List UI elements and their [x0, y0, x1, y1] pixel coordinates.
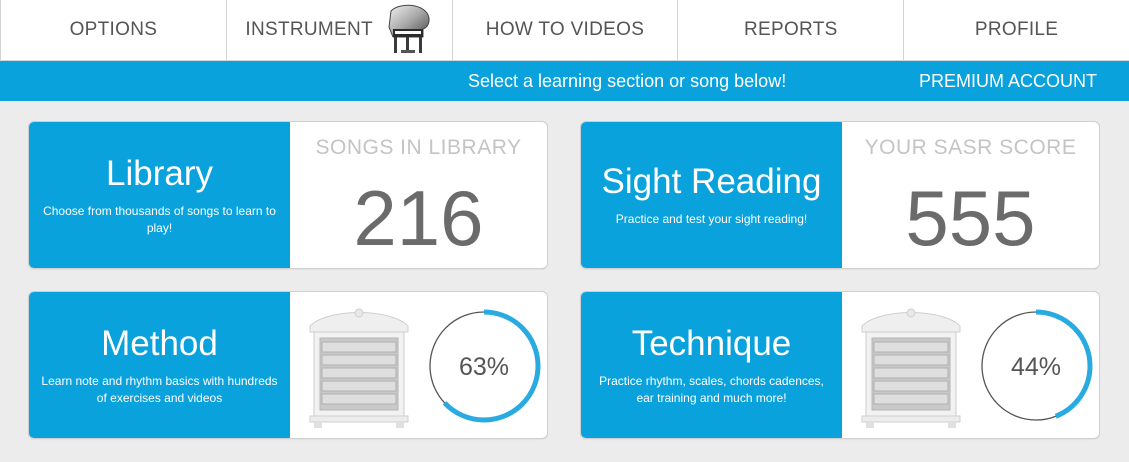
- library-stat-panel: SONGS IN LIBRARY 216: [290, 122, 547, 268]
- method-progress-label: 63%: [459, 353, 509, 381]
- cabinet-icon: [861, 308, 961, 428]
- technique-progress-ring: 44%: [979, 309, 1093, 423]
- info-banner: Select a learning section or song below!…: [0, 61, 1129, 101]
- technique-progress-label: 44%: [1011, 353, 1061, 381]
- premium-account-link[interactable]: PREMIUM ACCOUNT: [919, 71, 1097, 92]
- songs-in-library-label: SONGS IN LIBRARY: [315, 136, 522, 159]
- method-progress-panel: 63%: [290, 292, 547, 438]
- nav-profile[interactable]: PROFILE: [904, 0, 1129, 60]
- nav-reports-label: REPORTS: [743, 19, 838, 40]
- songs-in-library-count: 216: [353, 174, 484, 262]
- technique-card[interactable]: Technique Practice rhythm, scales, chord…: [580, 291, 1100, 439]
- nav-instrument[interactable]: INSTRUMENT: [227, 0, 453, 60]
- library-card-header: Library Choose from thousands of songs t…: [29, 122, 290, 268]
- top-nav: OPTIONS INSTRUMENT HOW TO VIDEOS REPORTS: [0, 0, 1129, 61]
- library-description: Choose from thousands of songs to learn …: [43, 203, 276, 235]
- method-card-header: Method Learn note and rhythm basics with…: [29, 292, 290, 438]
- method-title: Method: [101, 323, 218, 363]
- library-title: Library: [106, 153, 213, 193]
- sasr-score-label: YOUR SASR SCORE: [864, 136, 1077, 159]
- nav-how-to-videos-label: HOW TO VIDEOS: [485, 19, 645, 40]
- method-description: Learn note and rhythm basics with hundre…: [41, 373, 278, 405]
- nav-options[interactable]: OPTIONS: [0, 0, 227, 60]
- sasr-score-value: 555: [905, 174, 1036, 262]
- banner-message: Select a learning section or song below!: [468, 71, 787, 91]
- method-card[interactable]: Method Learn note and rhythm basics with…: [28, 291, 548, 439]
- nav-profile-label: PROFILE: [974, 19, 1059, 40]
- library-card[interactable]: Library Choose from thousands of songs t…: [28, 121, 548, 269]
- nav-options-label: OPTIONS: [69, 19, 158, 40]
- technique-progress-panel: 44%: [842, 292, 1099, 438]
- sight-reading-description: Practice and test your sight reading!: [615, 212, 808, 226]
- nav-how-to-videos[interactable]: HOW TO VIDEOS: [453, 0, 679, 60]
- nav-reports[interactable]: REPORTS: [678, 0, 905, 60]
- method-progress-ring: 63%: [427, 309, 541, 423]
- sight-reading-title: Sight Reading: [601, 162, 822, 201]
- nav-instrument-label: INSTRUMENT: [245, 19, 373, 40]
- technique-description: Practice rhythm, scales, chords cadences…: [599, 373, 824, 405]
- grand-piano-icon: [388, 4, 430, 53]
- technique-title: Technique: [631, 323, 792, 363]
- sight-reading-card[interactable]: Sight Reading Practice and test your sig…: [580, 121, 1100, 269]
- technique-card-header: Technique Practice rhythm, scales, chord…: [581, 292, 842, 438]
- sight-reading-card-header: Sight Reading Practice and test your sig…: [581, 122, 842, 268]
- cabinet-icon: [309, 308, 409, 428]
- sight-reading-stat-panel: YOUR SASR SCORE 555: [842, 122, 1099, 268]
